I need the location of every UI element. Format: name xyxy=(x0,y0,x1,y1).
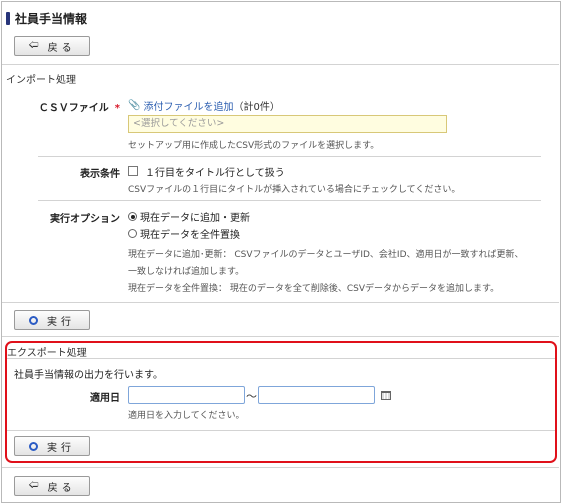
page-header: 社員手当情報 xyxy=(6,10,87,27)
divider xyxy=(2,64,559,65)
title-row-help: CSVファイルの１行目にタイトルが挿入されている場合にチェックしてください。 xyxy=(128,185,461,195)
date-from-input[interactable] xyxy=(128,386,245,404)
replace-radio[interactable] xyxy=(128,229,137,238)
csv-file-label-text: ＣＳＶファイル xyxy=(38,103,109,114)
export-run-button[interactable]: 実行 xyxy=(14,436,90,456)
left-arrow-icon: 🢠 xyxy=(28,39,39,51)
date-help: 適用日を入力してください。 xyxy=(128,411,245,421)
replace-help: 現在データを全件置換： 現在のデータを全て削除後、CSVデータからデータを追加し… xyxy=(128,284,500,294)
exec-option-label: 実行オプション xyxy=(50,214,120,225)
back-button-bottom[interactable]: 🢠 戻る xyxy=(14,476,90,496)
export-section-title: エクスポート処理 xyxy=(7,348,87,359)
run-button-label: 実行 xyxy=(47,316,75,328)
required-mark: * xyxy=(114,103,120,114)
import-section-title: インポート処理 xyxy=(6,75,76,86)
divider xyxy=(2,467,559,468)
divider xyxy=(2,336,559,337)
paperclip-icon: 📎 xyxy=(128,100,141,111)
divider xyxy=(2,302,559,303)
circle-icon xyxy=(29,315,38,325)
append-help-line1: 現在データに追加･更新： CSVファイルのデータとユーザID、会社ID、適用日が… xyxy=(128,250,524,260)
back-button-label: 戻る xyxy=(47,42,76,54)
divider xyxy=(7,358,555,359)
export-description: 社員手当情報の出力を行います。 xyxy=(14,370,163,381)
csv-file-label: ＣＳＶファイル * xyxy=(20,99,120,114)
import-run-button[interactable]: 実行 xyxy=(14,310,90,330)
attach-file[interactable]: 📎 添付ファイルを追加 （計0件） xyxy=(128,98,280,113)
divider xyxy=(38,156,541,157)
divider xyxy=(7,430,555,431)
attach-count: （計0件） xyxy=(233,102,280,113)
title-row-checkbox[interactable] xyxy=(128,166,138,176)
circle-icon xyxy=(29,441,38,451)
title-row-option: １行目をタイトル行として扱う xyxy=(145,168,285,179)
append-help-line2: 一致しなければ追加します。 xyxy=(128,267,245,277)
append-option: 現在データに追加・更新 xyxy=(140,213,250,224)
csv-file-help: セットアップ用に作成したCSV形式のファイルを選択します。 xyxy=(128,141,380,151)
range-separator: ～ xyxy=(246,390,257,403)
append-radio[interactable] xyxy=(128,212,137,221)
attach-file-link[interactable]: 添付ファイルを追加 xyxy=(143,98,233,113)
back-button-label: 戻る xyxy=(47,482,76,494)
csv-file-select[interactable]: <選択してください> xyxy=(128,115,447,133)
date-to-input[interactable] xyxy=(258,386,375,404)
title-marker xyxy=(6,12,10,25)
date-label: 適用日 xyxy=(90,393,120,404)
divider xyxy=(38,200,541,201)
calendar-icon[interactable] xyxy=(381,391,391,400)
replace-option: 現在データを全件置換 xyxy=(140,230,240,241)
left-arrow-icon: 🢠 xyxy=(28,479,39,491)
display-condition-label: 表示条件 xyxy=(80,169,120,180)
page-title: 社員手当情報 xyxy=(15,12,88,26)
back-button-top[interactable]: 🢠 戻る xyxy=(14,36,90,56)
run-button-label: 実行 xyxy=(47,442,75,454)
